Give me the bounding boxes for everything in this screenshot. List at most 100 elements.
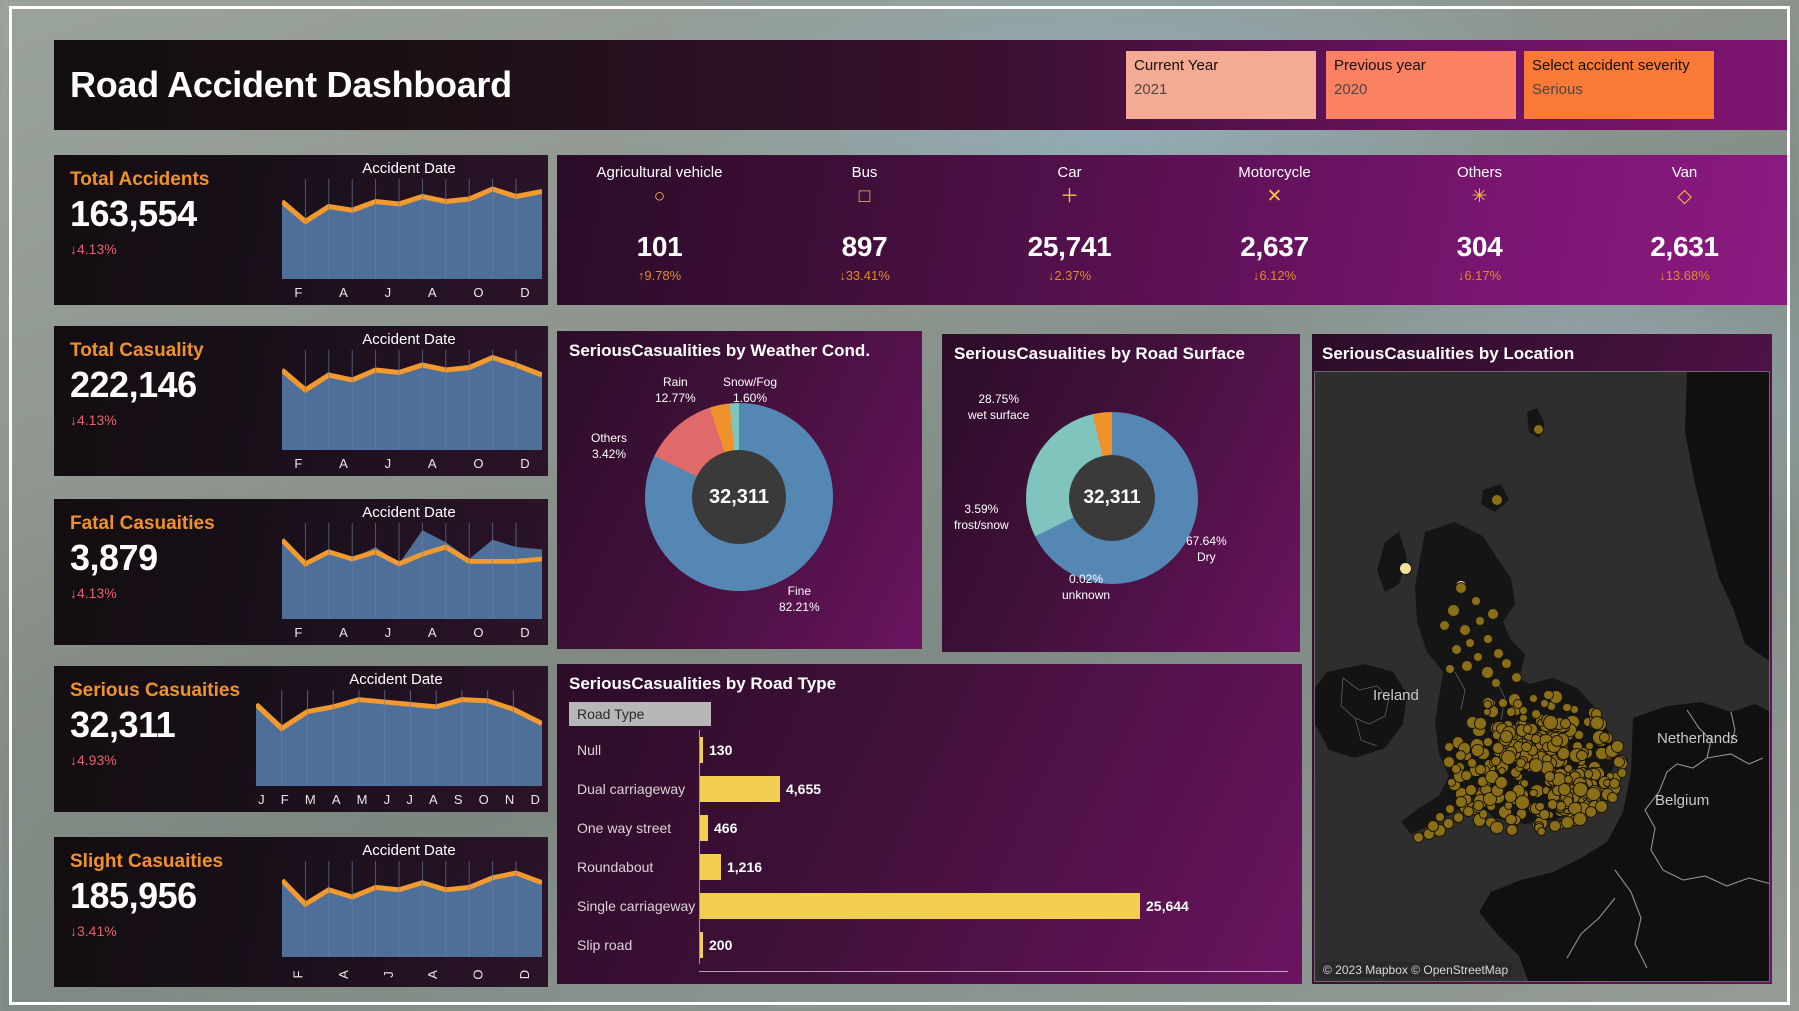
accident-marker xyxy=(1445,664,1455,674)
axis-tick: A xyxy=(429,792,438,807)
pie-label-value: 0.02% xyxy=(1069,572,1103,586)
kpi-card-slight-casualties[interactable]: Slight Casuaities 185,956 ↓3.41% Acciden… xyxy=(54,837,548,987)
bar-track: 25,644 xyxy=(699,886,1288,925)
kpi-delta: ↓4.13% xyxy=(70,585,276,601)
sparkline-title: Accident Date xyxy=(276,842,542,859)
accident-marker xyxy=(1455,796,1467,808)
vehicle-delta: ↓6.17% xyxy=(1458,268,1501,283)
accident-marker xyxy=(1491,678,1501,688)
accident-marker xyxy=(1529,694,1538,703)
vehicle-card-van[interactable]: Van ◇ 2,631 ↓13.68% xyxy=(1582,155,1787,305)
vehicle-value: 897 xyxy=(842,231,888,263)
vehicle-card-car[interactable]: Car ＋ 25,741 ↓2.37% xyxy=(967,155,1172,305)
chart-title: SeriousCasualities by Weather Cond. xyxy=(557,331,922,361)
axis-tick: D xyxy=(520,456,529,471)
accident-marker xyxy=(1481,666,1494,679)
axis-tick: O xyxy=(471,969,486,979)
accident-marker xyxy=(1573,812,1587,826)
kpi-value: 163,554 xyxy=(70,193,276,235)
pie-label-value: 12.77% xyxy=(655,391,696,405)
vehicle-card-motorcycle[interactable]: Motorcycle ✕ 2,637 ↓6.12% xyxy=(1172,155,1377,305)
map-attribution: © 2023 Mapbox © OpenStreetMap xyxy=(1319,962,1512,978)
bar-row[interactable]: Single carriageway 25,644 xyxy=(569,886,1288,925)
vehicle-card-agricultural-vehicle[interactable]: Agricultural vehicle ○ 101 ↑9.78% xyxy=(557,155,762,305)
sparkline-axis: F A J A O D xyxy=(276,279,548,305)
vehicle-card-others[interactable]: Others ✳ 304 ↓6.17% xyxy=(1377,155,1582,305)
kpi-card-fatal-casualties[interactable]: Fatal Casuaities 3,879 ↓4.13% Accident D… xyxy=(54,499,548,645)
filter-accident-severity[interactable]: Select accident severity Serious xyxy=(1524,51,1714,119)
filter-value: 2021 xyxy=(1134,80,1308,100)
bar-value: 25,644 xyxy=(1146,898,1189,914)
axis-tick: O xyxy=(473,285,483,300)
bar-column-header[interactable]: Road Type xyxy=(569,702,711,726)
kpi-delta: ↓3.41% xyxy=(70,923,276,939)
road-surface-donut-chart[interactable]: 32,311 xyxy=(1026,412,1198,584)
sparkline-chart: Accident Date F A J A O D xyxy=(276,499,548,645)
sparkline-axis: F A J A O D xyxy=(276,961,548,987)
map-canvas[interactable]: Ireland Netherlands Belgium © 2023 Mapbo… xyxy=(1314,371,1770,982)
sparkline-axis: F A J A O D xyxy=(276,619,548,645)
axis-tick: D xyxy=(530,792,539,807)
pie-label-value: 28.75% xyxy=(978,392,1019,406)
filter-label: Current Year xyxy=(1134,56,1308,76)
filter-label: Previous year xyxy=(1334,56,1508,76)
accident-marker xyxy=(1543,715,1558,730)
accident-marker xyxy=(1443,756,1455,768)
bar-category: Dual carriageway xyxy=(569,781,699,797)
page-title: Road Accident Dashboard xyxy=(70,64,512,106)
pie-label-value: 1.60% xyxy=(733,391,767,405)
accident-marker xyxy=(1463,806,1474,817)
bar-row[interactable]: One way street 466 xyxy=(569,808,1288,847)
axis-tick: F xyxy=(281,792,289,807)
bar-row[interactable]: Null 130 xyxy=(569,730,1288,769)
accident-marker xyxy=(1540,699,1549,708)
axis-tick: J xyxy=(380,971,395,978)
chart-title: SeriousCasualities by Road Surface xyxy=(942,334,1300,364)
accident-marker xyxy=(1584,769,1594,779)
accident-marker xyxy=(1573,782,1588,797)
donut-center-total: 32,311 xyxy=(1069,455,1155,541)
bar-row[interactable]: Slip road 200 xyxy=(569,925,1288,964)
sparkline-axis: J F M A M J J A S O N D xyxy=(250,786,548,812)
sparkline-chart: Accident Date F A J A O D xyxy=(276,326,548,476)
accident-marker xyxy=(1483,708,1491,716)
kpi-card-total-accidents[interactable]: Total Accidents 163,554 ↓4.13% Accident … xyxy=(54,155,548,305)
bar-category: One way street xyxy=(569,820,699,836)
bar-fill xyxy=(700,854,721,880)
filter-previous-year[interactable]: Previous year 2020 xyxy=(1326,51,1516,119)
map-landmass-shapes xyxy=(1315,372,1770,982)
bar-value: 200 xyxy=(709,937,732,953)
accident-marker xyxy=(1590,716,1604,730)
kpi-card-serious-casualties[interactable]: Serious Casuaities 32,311 ↓4.93% Acciden… xyxy=(54,666,548,812)
filter-value: Serious xyxy=(1532,80,1706,100)
pie-label-unknown: 0.02% unknown xyxy=(1062,572,1110,603)
pie-label-value: 82.21% xyxy=(779,600,820,614)
filter-current-year[interactable]: Current Year 2021 xyxy=(1126,51,1316,119)
vehicle-name: Car xyxy=(1057,164,1081,181)
pie-label-wet-surface: 28.75% wet surface xyxy=(968,392,1029,423)
weather-donut-chart[interactable]: 32,311 xyxy=(645,403,833,591)
axis-tick: J xyxy=(385,456,392,471)
accident-marker xyxy=(1490,821,1504,835)
vehicle-delta: ↓33.41% xyxy=(839,268,890,283)
axis-tick: J xyxy=(258,792,265,807)
axis-tick: O xyxy=(479,792,489,807)
axis-tick: A xyxy=(428,285,437,300)
axis-tick: A xyxy=(425,970,440,979)
axis-tick: A xyxy=(339,625,348,640)
pie-label-value: 67.64% xyxy=(1186,534,1227,548)
accident-marker xyxy=(1506,824,1518,836)
vehicle-card-bus[interactable]: Bus □ 897 ↓33.41% xyxy=(762,155,967,305)
donut-center-total: 32,311 xyxy=(692,450,786,544)
axis-tick: J xyxy=(385,285,392,300)
map-label-netherlands: Netherlands xyxy=(1657,730,1738,747)
kpi-card-total-casuality[interactable]: Total Casuality 222,146 ↓4.13% Accident … xyxy=(54,326,548,476)
sparkline-svg xyxy=(282,523,542,619)
accident-marker xyxy=(1455,750,1466,761)
kpi-delta: ↓4.93% xyxy=(70,752,250,768)
bar-row[interactable]: Dual carriageway 4,655 xyxy=(569,769,1288,808)
bar-category: Single carriageway xyxy=(569,898,699,914)
axis-tick: A xyxy=(339,285,348,300)
bar-row[interactable]: Roundabout 1,216 xyxy=(569,847,1288,886)
axis-tick: M xyxy=(357,792,368,807)
